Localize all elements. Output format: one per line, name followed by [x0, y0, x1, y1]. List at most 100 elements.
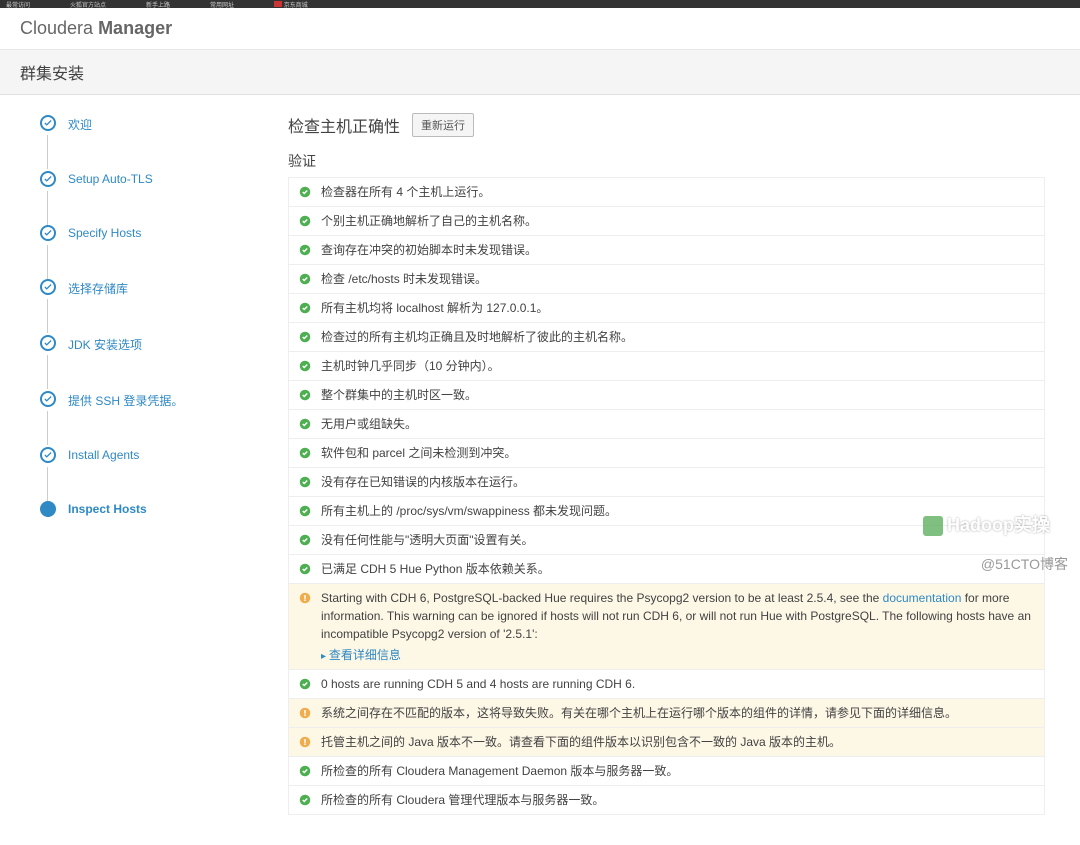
bm-2[interactable]: 火狐官方站点: [70, 0, 106, 9]
validation-text: 检查过的所有主机均正确且及时地解析了彼此的主机名称。: [321, 328, 1034, 346]
wizard-step-3[interactable]: 选择存储库: [40, 279, 260, 297]
validation-row: 软件包和 parcel 之间未检测到冲突。: [288, 439, 1045, 468]
validation-row: 整个群集中的主机时区一致。: [288, 381, 1045, 410]
validation-text: 查询存在冲突的初始脚本时未发现错误。: [321, 241, 1034, 259]
step-label: 选择存储库: [68, 279, 128, 297]
documentation-link[interactable]: documentation: [883, 591, 962, 605]
page-title: 群集安装: [0, 50, 1080, 95]
check-circle-icon: [299, 388, 311, 400]
step-label: JDK 安装选项: [68, 335, 142, 353]
wizard-step-7[interactable]: Inspect Hosts: [40, 501, 260, 517]
check-circle-icon: [299, 677, 311, 689]
bm-4[interactable]: 常用网址: [210, 0, 234, 9]
bm-5[interactable]: 京东商城: [274, 0, 308, 9]
check-circle-icon: [299, 446, 311, 458]
wizard-steps-sidebar: 欢迎 Setup Auto-TLS Specify Hosts 选择存储库 JDK 安装…: [0, 95, 270, 845]
brand-suffix: Manager: [98, 18, 172, 38]
check-circle-icon: [299, 330, 311, 342]
validation-row: 没有存在已知错误的内核版本在运行。: [288, 468, 1045, 497]
warning-icon: [299, 735, 311, 747]
check-circle-icon: [299, 475, 311, 487]
check-circle-icon: [299, 243, 311, 255]
main-content: 检查主机正确性 重新运行 验证 检查器在所有 4 个主机上运行。个别主机正确地解…: [270, 95, 1080, 845]
validation-text: 所有主机上的 /proc/sys/vm/swappiness 都未发现问题。: [321, 502, 1034, 520]
validation-text: 系统之间存在不匹配的版本，这将导致失败。有关在哪个主机上在运行哪个版本的组件的详…: [321, 704, 1034, 722]
wizard-step-1[interactable]: Setup Auto-TLS: [40, 171, 260, 187]
view-details-link[interactable]: 查看详细信息: [321, 646, 1034, 664]
wizard-step-5[interactable]: 提供 SSH 登录凭据。: [40, 391, 260, 409]
warning-icon: [299, 591, 311, 603]
browser-bookmarks-bar: 最常访问 火狐官方站点 新手上路 常用网址 京东商城: [0, 0, 1080, 8]
step-label: Setup Auto-TLS: [68, 171, 153, 186]
validation-text: 无用户或组缺失。: [321, 415, 1034, 433]
step-check-icon: [40, 447, 56, 463]
validation-row: 系统之间存在不匹配的版本，这将导致失败。有关在哪个主机上在运行哪个版本的组件的详…: [288, 699, 1045, 728]
step-label: Specify Hosts: [68, 225, 141, 240]
validation-text: 所有主机均将 localhost 解析为 127.0.0.1。: [321, 299, 1034, 317]
check-circle-icon: [299, 185, 311, 197]
step-label: Inspect Hosts: [68, 501, 147, 516]
step-check-icon: [40, 225, 56, 241]
validation-text: Starting with CDH 6, PostgreSQL-backed H…: [321, 589, 1034, 664]
validation-row: 托管主机之间的 Java 版本不一致。请查看下面的组件版本以识别包含不一致的 J…: [288, 728, 1045, 757]
validation-text: 所检查的所有 Cloudera 管理代理版本与服务器一致。: [321, 791, 1034, 809]
validation-row: 个别主机正确地解析了自己的主机名称。: [288, 207, 1045, 236]
check-circle-icon: [299, 272, 311, 284]
wizard-step-6[interactable]: Install Agents: [40, 447, 260, 463]
check-circle-icon: [299, 533, 311, 545]
validation-row: 无用户或组缺失。: [288, 410, 1045, 439]
validation-text: 没有存在已知错误的内核版本在运行。: [321, 473, 1034, 491]
validation-text: 整个群集中的主机时区一致。: [321, 386, 1034, 404]
validation-row: 主机时钟几乎同步（10 分钟内）。: [288, 352, 1045, 381]
validation-text: 没有任何性能与"透明大页面"设置有关。: [321, 531, 1034, 549]
check-circle-icon: [299, 764, 311, 776]
main-heading: 检查主机正确性: [288, 113, 400, 137]
step-check-icon: [40, 115, 56, 131]
validation-row: 检查器在所有 4 个主机上运行。: [288, 177, 1045, 207]
validation-row: 已满足 CDH 5 Hue Python 版本依赖关系。: [288, 555, 1045, 584]
bm-3[interactable]: 新手上路: [146, 0, 170, 9]
brand-header: Cloudera Manager: [0, 8, 1080, 50]
validation-text: 主机时钟几乎同步（10 分钟内）。: [321, 357, 1034, 375]
validation-row: 0 hosts are running CDH 5 and 4 hosts ar…: [288, 670, 1045, 699]
step-check-icon: [40, 279, 56, 295]
validation-list: 检查器在所有 4 个主机上运行。个别主机正确地解析了自己的主机名称。查询存在冲突…: [288, 177, 1045, 815]
check-circle-icon: [299, 793, 311, 805]
wizard-step-4[interactable]: JDK 安装选项: [40, 335, 260, 353]
warning-icon: [299, 706, 311, 718]
validation-text: 检查器在所有 4 个主机上运行。: [321, 183, 1034, 201]
step-label: 提供 SSH 登录凭据。: [68, 391, 183, 409]
check-circle-icon: [299, 359, 311, 371]
check-circle-icon: [299, 417, 311, 429]
validation-row: 所有主机上的 /proc/sys/vm/swappiness 都未发现问题。: [288, 497, 1045, 526]
validation-row: 所检查的所有 Cloudera Management Daemon 版本与服务器…: [288, 757, 1045, 786]
validation-row: 没有任何性能与"透明大页面"设置有关。: [288, 526, 1045, 555]
validation-text: 所检查的所有 Cloudera Management Daemon 版本与服务器…: [321, 762, 1034, 780]
validation-text: 个别主机正确地解析了自己的主机名称。: [321, 212, 1034, 230]
step-label: Install Agents: [68, 447, 139, 462]
check-circle-icon: [299, 504, 311, 516]
validation-row: 所检查的所有 Cloudera 管理代理版本与服务器一致。: [288, 786, 1045, 815]
check-circle-icon: [299, 214, 311, 226]
wizard-step-0[interactable]: 欢迎: [40, 115, 260, 133]
section-title: 验证: [288, 151, 1045, 171]
step-check-icon: [40, 171, 56, 187]
check-circle-icon: [299, 562, 311, 574]
brand-prefix: Cloudera: [20, 18, 93, 38]
validation-row: Starting with CDH 6, PostgreSQL-backed H…: [288, 584, 1045, 670]
validation-text: 软件包和 parcel 之间未检测到冲突。: [321, 444, 1034, 462]
bm-1[interactable]: 最常访问: [6, 0, 30, 9]
validation-row: 检查过的所有主机均正确且及时地解析了彼此的主机名称。: [288, 323, 1045, 352]
step-check-icon: [40, 335, 56, 351]
validation-row: 查询存在冲突的初始脚本时未发现错误。: [288, 236, 1045, 265]
wizard-step-2[interactable]: Specify Hosts: [40, 225, 260, 241]
validation-row: 所有主机均将 localhost 解析为 127.0.0.1。: [288, 294, 1045, 323]
step-label: 欢迎: [68, 115, 92, 133]
validation-text: 已满足 CDH 5 Hue Python 版本依赖关系。: [321, 560, 1034, 578]
validation-text: 托管主机之间的 Java 版本不一致。请查看下面的组件版本以识别包含不一致的 J…: [321, 733, 1034, 751]
step-check-icon: [40, 391, 56, 407]
rerun-button[interactable]: 重新运行: [412, 113, 474, 137]
validation-text: 0 hosts are running CDH 5 and 4 hosts ar…: [321, 675, 1034, 693]
check-circle-icon: [299, 301, 311, 313]
validation-row: 检查 /etc/hosts 时未发现错误。: [288, 265, 1045, 294]
